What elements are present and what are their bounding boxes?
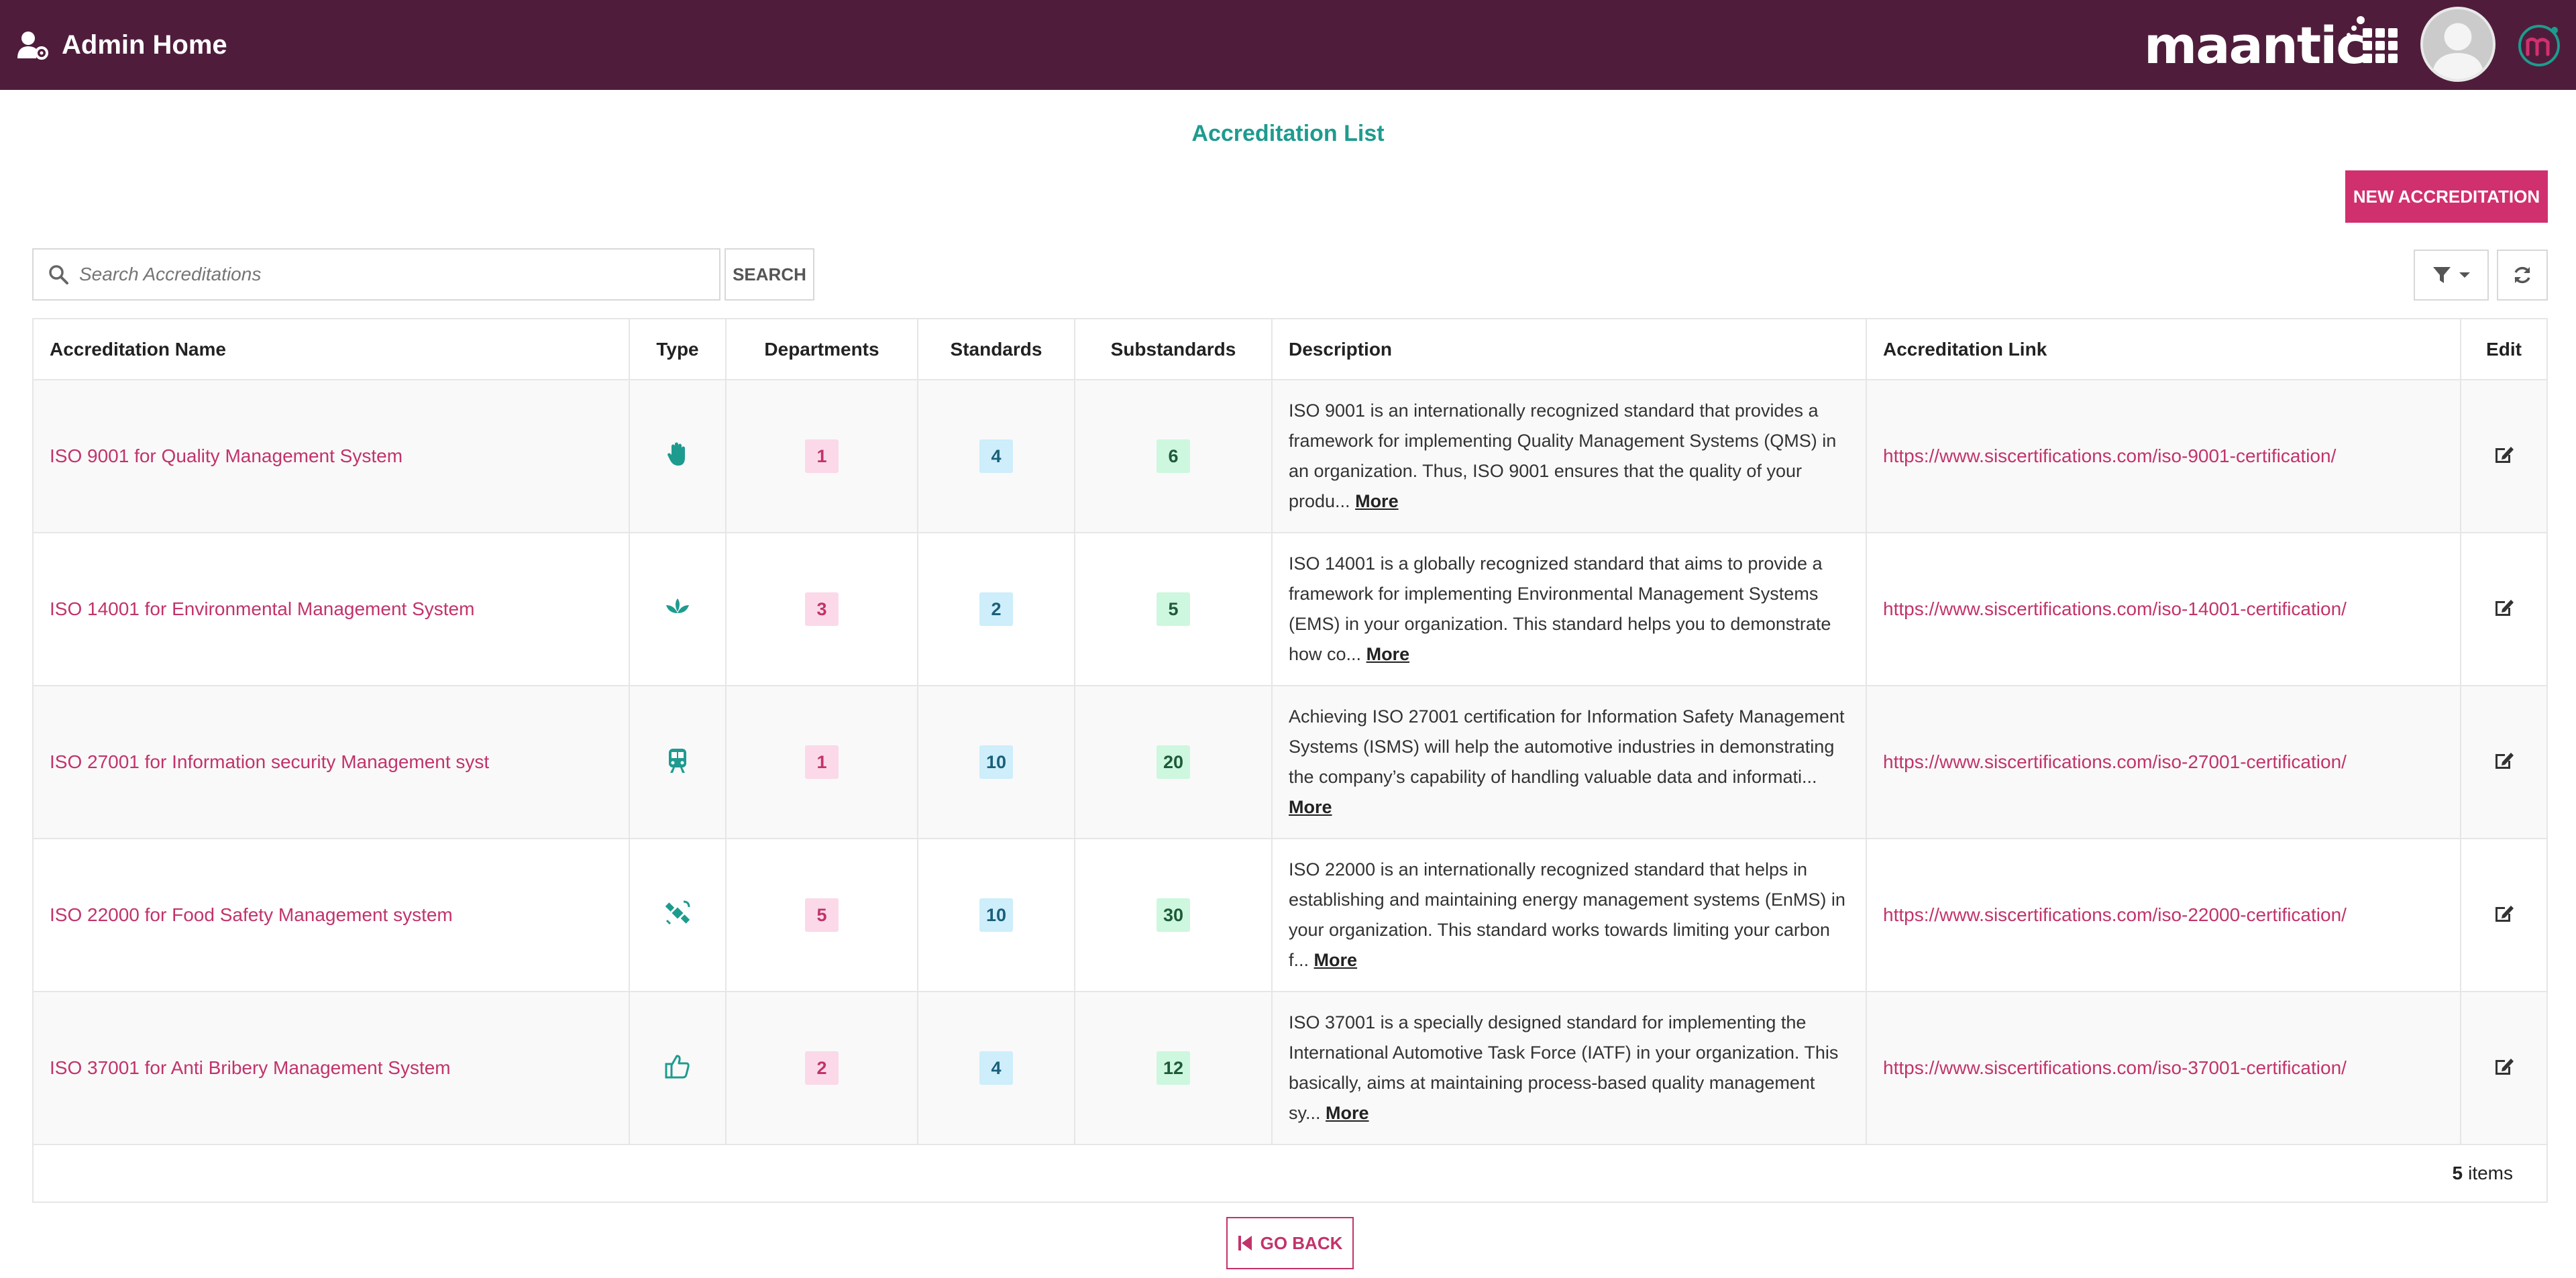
departments-badge: 1	[805, 745, 839, 779]
description-text: Achieving ISO 27001 certification for In…	[1289, 706, 1845, 787]
accreditation-url-link[interactable]: https://www.siscertifications.com/iso-27…	[1866, 686, 2461, 839]
filter-icon	[2433, 267, 2451, 283]
user-avatar-icon	[2423, 9, 2493, 79]
column-header-name[interactable]: Accreditation Name	[34, 319, 630, 380]
more-link[interactable]: More	[1314, 950, 1358, 970]
user-gear-icon	[17, 32, 48, 60]
substandards-badge: 12	[1156, 1051, 1191, 1085]
accreditation-table: Accreditation Name Type Departments Stan…	[32, 318, 2548, 1203]
item-count: 5	[2452, 1163, 2463, 1183]
substandards-badge: 5	[1157, 592, 1190, 626]
table-row[interactable]: ISO 37001 for Anti Bribery Management Sy…	[34, 992, 2546, 1145]
caret-down-icon	[2459, 272, 2470, 278]
accreditation-url-link[interactable]: https://www.siscertifications.com/iso-22…	[1866, 839, 2461, 992]
departments-badge: 2	[805, 1051, 839, 1085]
go-back-label: GO BACK	[1260, 1232, 1343, 1253]
refresh-button[interactable]	[2497, 250, 2548, 301]
accreditation-name-link[interactable]: ISO 22000 for Food Safety Management sys…	[34, 839, 630, 992]
accreditation-url-link[interactable]: https://www.siscertifications.com/iso-90…	[1866, 380, 2461, 533]
description-text: ISO 22000 is an internationally recogniz…	[1289, 859, 1845, 970]
top-bar: Admin Home maantic	[0, 0, 2576, 90]
filter-button[interactable]	[2414, 250, 2489, 301]
table-row[interactable]: ISO 27001 for Information security Manag…	[34, 686, 2546, 839]
more-link[interactable]: More	[1366, 644, 1410, 664]
header-title: Admin Home	[62, 30, 227, 60]
lotus-icon	[666, 598, 689, 613]
standards-badge: 10	[979, 898, 1014, 932]
column-header-link[interactable]: Accreditation Link	[1866, 319, 2461, 380]
satellite-icon	[665, 900, 690, 924]
column-header-standards[interactable]: Standards	[918, 319, 1075, 380]
train-icon	[669, 748, 686, 773]
substandards-badge: 20	[1156, 745, 1191, 779]
table-row[interactable]: ISO 22000 for Food Safety Management sys…	[34, 839, 2546, 992]
column-header-type[interactable]: Type	[629, 319, 727, 380]
table-row[interactable]: ISO 14001 for Environmental Management S…	[34, 533, 2546, 686]
skip-back-icon	[1238, 1236, 1252, 1250]
thumbs-up-icon	[665, 1055, 690, 1078]
avatar[interactable]	[2420, 7, 2496, 82]
edit-icon[interactable]	[2493, 596, 2516, 619]
accreditation-url-link[interactable]: https://www.siscertifications.com/iso-37…	[1866, 992, 2461, 1145]
standards-badge: 4	[979, 439, 1013, 473]
table-row[interactable]: ISO 9001 for Quality Management System 1…	[34, 380, 2546, 533]
description-text: ISO 37001 is a specially designed standa…	[1289, 1012, 1839, 1123]
brand-text: maantic	[2144, 15, 2366, 75]
page-title: Accreditation List	[1191, 121, 1385, 146]
departments-badge: 1	[805, 439, 839, 473]
substandards-badge: 6	[1157, 439, 1190, 473]
new-accreditation-button[interactable]: NEW ACCREDITATION	[2345, 170, 2548, 223]
go-back-button[interactable]: GO BACK	[1226, 1217, 1354, 1269]
standards-badge: 10	[979, 745, 1014, 779]
more-link[interactable]: More	[1289, 797, 1332, 817]
edit-icon[interactable]	[2493, 902, 2516, 924]
apps-grid-icon[interactable]	[2363, 28, 2398, 63]
departments-badge: 3	[805, 592, 839, 626]
search-button[interactable]: SEARCH	[724, 248, 814, 301]
edit-icon[interactable]	[2493, 749, 2516, 771]
accreditation-name-link[interactable]: ISO 27001 for Information security Manag…	[34, 686, 630, 839]
column-header-description[interactable]: Description	[1272, 319, 1867, 380]
standards-badge: 2	[979, 592, 1013, 626]
search-input[interactable]	[79, 264, 683, 285]
departments-badge: 5	[805, 898, 839, 932]
hand-icon	[667, 442, 685, 466]
more-link[interactable]: More	[1326, 1103, 1369, 1123]
accreditation-name-link[interactable]: ISO 37001 for Anti Bribery Management Sy…	[34, 992, 630, 1145]
more-link[interactable]: More	[1355, 491, 1399, 511]
column-header-departments[interactable]: Departments	[726, 319, 918, 380]
accreditation-url-link[interactable]: https://www.siscertifications.com/iso-14…	[1866, 533, 2461, 686]
table-header-row: Accreditation Name Type Departments Stan…	[34, 319, 2546, 380]
accreditation-name-link[interactable]: ISO 14001 for Environmental Management S…	[34, 533, 630, 686]
admin-home-link[interactable]: Admin Home	[16, 25, 227, 64]
table-footer: 5 items	[34, 1145, 2546, 1202]
search-field[interactable]	[32, 248, 720, 301]
brand-logo: maantic	[2144, 15, 2366, 75]
edit-icon[interactable]	[2493, 1055, 2516, 1077]
accreditation-name-link[interactable]: ISO 9001 for Quality Management System	[34, 380, 630, 533]
standards-badge: 4	[979, 1051, 1013, 1085]
item-count-label: items	[2468, 1163, 2513, 1183]
column-header-substandards[interactable]: Substandards	[1075, 319, 1273, 380]
substandards-badge: 30	[1156, 898, 1191, 932]
search-icon	[49, 265, 68, 284]
edit-icon[interactable]	[2493, 443, 2516, 466]
maantic-m-icon[interactable]	[2517, 23, 2561, 68]
column-header-edit: Edit	[2461, 319, 2546, 380]
refresh-icon	[2514, 266, 2530, 284]
